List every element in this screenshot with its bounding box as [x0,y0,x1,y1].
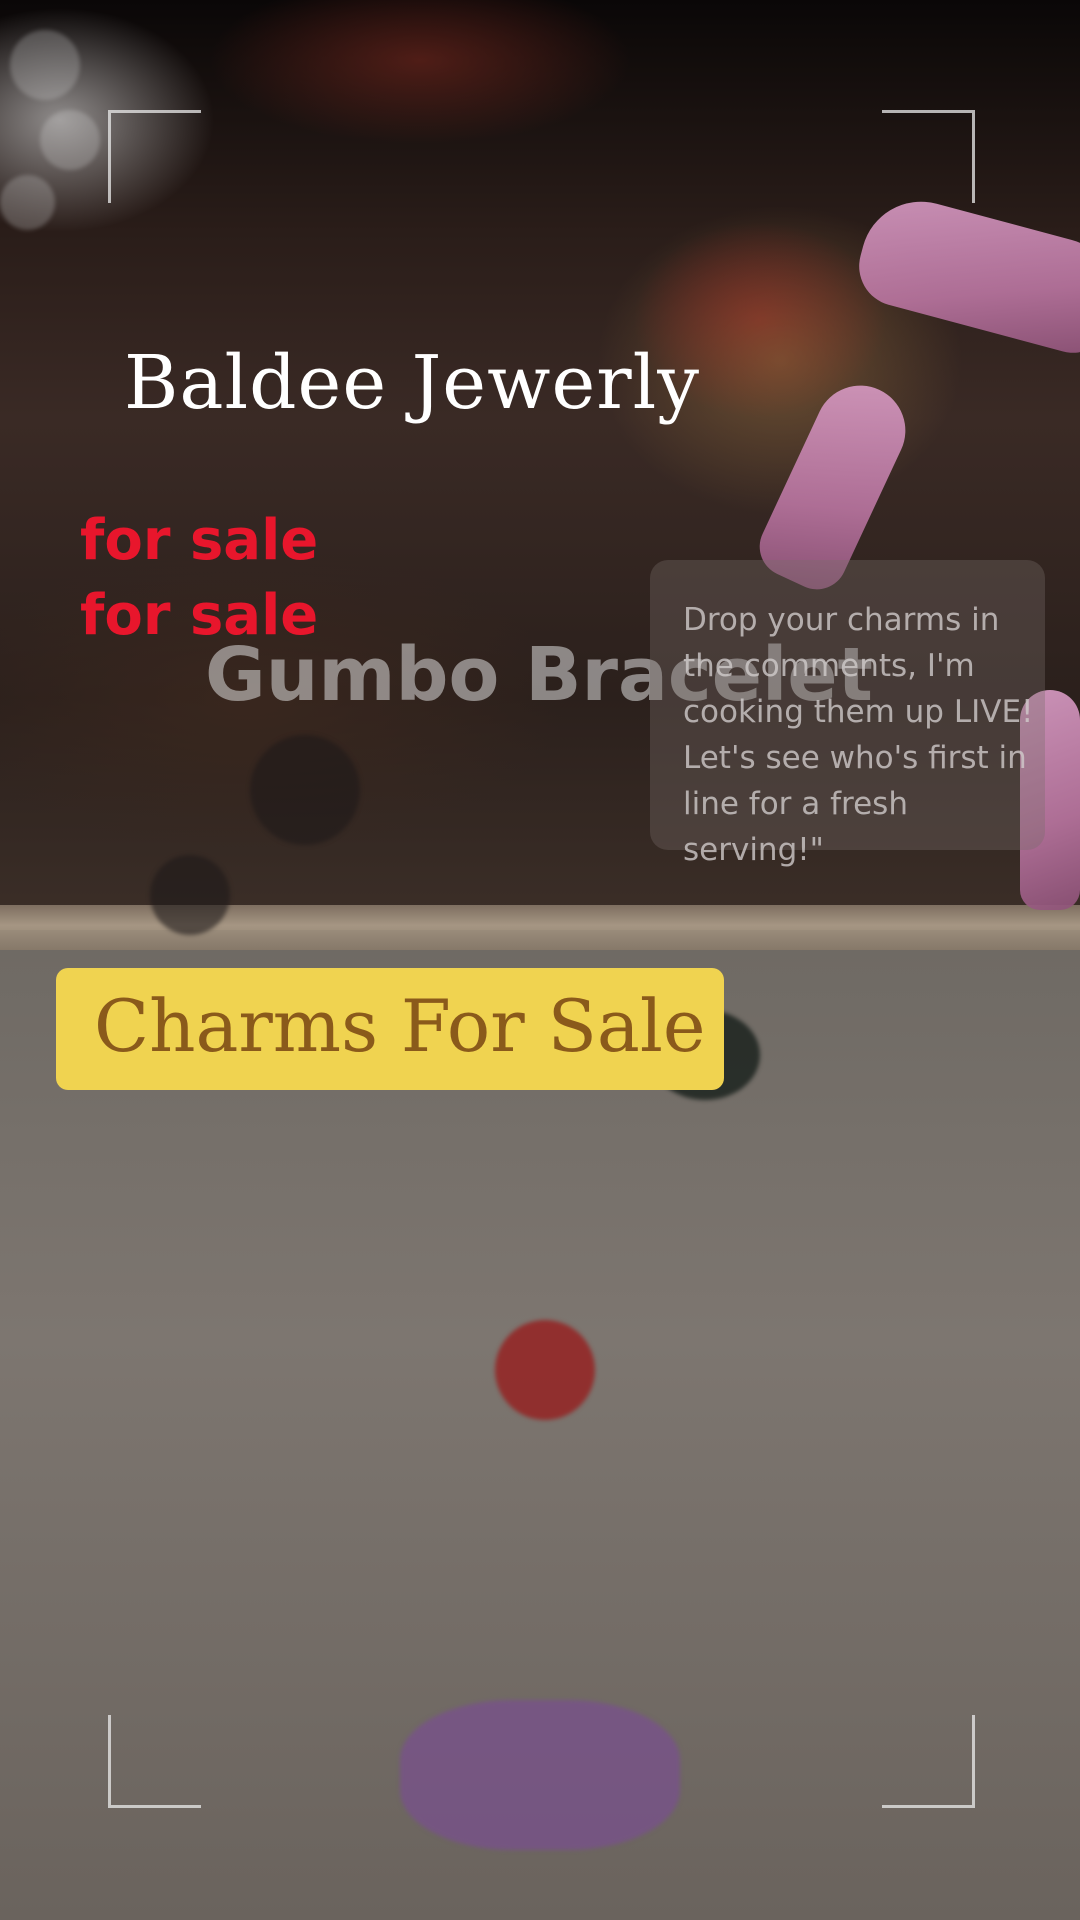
pearl-shape [40,110,100,170]
for-sale-text: for sale [80,508,319,573]
story-screen: Baldee Jewerly for sale for sale Gumbo B… [0,0,1080,1920]
charms-for-sale-label: Charms For Sale [94,984,706,1068]
pearl-shape [0,175,55,230]
charm-shape [250,735,360,845]
bead-shape [495,1320,595,1420]
frame-corner-top-right [882,110,975,203]
pearl-shape [10,30,80,100]
frame-corner-bottom-right [882,1715,975,1808]
amethyst-shape [400,1700,680,1850]
brand-title: Baldee Jewerly [124,340,701,426]
charm-shape [150,855,230,935]
live-caption-text: Drop your charms in the comments, I'm co… [683,602,1034,868]
frame-corner-top-left [108,110,201,203]
frame-corner-bottom-left [108,1715,201,1808]
